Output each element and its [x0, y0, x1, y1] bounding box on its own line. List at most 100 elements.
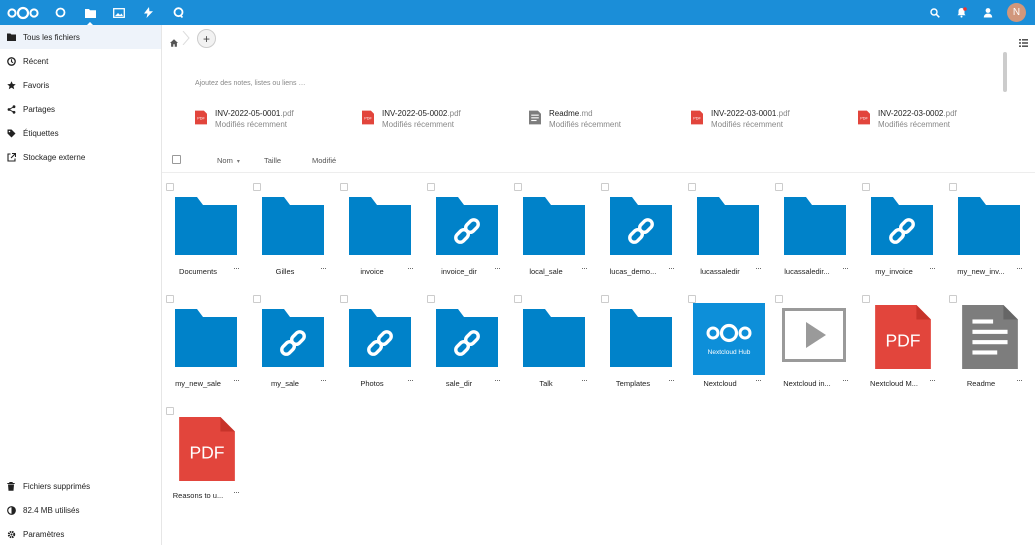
file-checkbox[interactable] [340, 183, 348, 191]
file-name: Nextcloud M... [870, 379, 918, 388]
sidebar-item-shares[interactable]: Partages [0, 97, 161, 121]
more-actions-icon[interactable]: ··· [233, 375, 240, 385]
sidebar-item-favorites[interactable]: Favoris [0, 73, 161, 97]
more-actions-icon[interactable]: ··· [1016, 375, 1023, 385]
file-checkbox[interactable] [253, 295, 261, 303]
file-tile[interactable]: my_new_inv... ··· [946, 183, 1032, 293]
svg-text:PDF: PDF [693, 117, 701, 121]
more-actions-icon[interactable]: ··· [668, 375, 675, 385]
file-tile[interactable]: invoice_dir ··· [424, 183, 510, 293]
photos-icon[interactable] [104, 0, 134, 25]
file-checkbox[interactable] [514, 183, 522, 191]
file-checkbox[interactable] [688, 295, 696, 303]
more-actions-icon[interactable]: ··· [755, 263, 762, 273]
file-tile[interactable]: Talk ··· [511, 295, 597, 405]
more-actions-icon[interactable]: ··· [929, 375, 936, 385]
recent-file-item[interactable]: PDF INV-2022-03-0001.pdf Modifiés récemmen… [691, 108, 790, 131]
folder-icon [783, 194, 847, 256]
file-tile[interactable]: Photos ··· [337, 295, 423, 405]
shared-folder-icon [609, 194, 673, 256]
file-tile[interactable]: Templates ··· [598, 295, 684, 405]
file-tile[interactable]: Readme ··· [946, 295, 1032, 405]
list-view-icon[interactable] [1019, 34, 1028, 52]
contacts-icon[interactable] [973, 0, 1003, 25]
file-tile[interactable]: my_invoice ··· [859, 183, 945, 293]
sidebar-item-recent[interactable]: Récent [0, 49, 161, 73]
more-actions-icon[interactable]: ··· [929, 263, 936, 273]
file-checkbox[interactable] [253, 183, 261, 191]
more-actions-icon[interactable]: ··· [755, 375, 762, 385]
more-actions-icon[interactable]: ··· [668, 263, 675, 273]
file-name: my_new_sale [175, 379, 221, 388]
sidebar-item-all-files[interactable]: Tous les fichiers [0, 25, 161, 49]
file-checkbox[interactable] [775, 183, 783, 191]
activity-icon[interactable] [133, 0, 163, 25]
file-tile[interactable]: lucassaledir... ··· [772, 183, 858, 293]
file-tile[interactable]: Nextcloud Hub Nextcloud ··· [685, 295, 771, 405]
talk-icon[interactable] [163, 0, 193, 25]
more-actions-icon[interactable]: ··· [407, 375, 414, 385]
recent-file-item[interactable]: PDF INV-2022-05-0001.pdf Modifiés récemmen… [195, 108, 294, 131]
file-tile[interactable]: lucas_demo... ··· [598, 183, 684, 293]
file-checkbox[interactable] [427, 183, 435, 191]
file-checkbox[interactable] [688, 183, 696, 191]
recent-file-item[interactable]: Readme.md Modifiés récemment [529, 108, 621, 131]
sidebar-item-tags[interactable]: Étiquettes [0, 121, 161, 145]
column-modified-header[interactable]: Modifié [312, 156, 336, 165]
sidebar-item-settings[interactable]: Paramètres [0, 522, 161, 546]
file-checkbox[interactable] [166, 183, 174, 191]
recent-file-subtitle: Modifiés récemment [711, 120, 784, 129]
column-size-header[interactable]: Taille [264, 156, 281, 165]
file-tile[interactable]: lucassaledir ··· [685, 183, 771, 293]
more-actions-icon[interactable]: ··· [320, 375, 327, 385]
file-checkbox[interactable] [340, 295, 348, 303]
column-name-header[interactable]: Nom ▾ [217, 156, 240, 165]
more-actions-icon[interactable]: ··· [233, 487, 240, 497]
file-checkbox[interactable] [949, 295, 957, 303]
more-actions-icon[interactable]: ··· [320, 263, 327, 273]
sidebar-item-external-storage[interactable]: Stockage externe [0, 145, 161, 169]
file-tile[interactable]: my_sale ··· [250, 295, 336, 405]
file-checkbox[interactable] [862, 295, 870, 303]
file-tile[interactable]: invoice ··· [337, 183, 423, 293]
files-icon[interactable] [75, 0, 105, 25]
more-actions-icon[interactable]: ··· [407, 263, 414, 273]
file-tile[interactable]: sale_dir ··· [424, 295, 510, 405]
file-checkbox[interactable] [166, 295, 174, 303]
more-actions-icon[interactable]: ··· [494, 375, 501, 385]
notifications-icon[interactable] [946, 0, 976, 25]
dashboard-icon[interactable] [45, 0, 75, 25]
recent-file-item[interactable]: PDF INV-2022-03-0002.pdf Modifiés récemmen… [858, 108, 957, 131]
more-actions-icon[interactable]: ··· [233, 263, 240, 273]
home-icon[interactable] [170, 34, 178, 52]
rich-workspace-notes[interactable]: Ajoutez des notes, listes ou liens … [195, 80, 306, 87]
more-actions-icon[interactable]: ··· [842, 263, 849, 273]
file-tile[interactable]: PDF Reasons to u... ··· [163, 407, 249, 517]
file-tile[interactable]: Documents ··· [163, 183, 249, 293]
select-all-checkbox[interactable] [172, 155, 181, 164]
sidebar-item-deleted-files[interactable]: Fichiers supprimés [0, 474, 161, 498]
file-tile[interactable]: PDF Nextcloud M... ··· [859, 295, 945, 405]
more-actions-icon[interactable]: ··· [581, 375, 588, 385]
file-checkbox[interactable] [949, 183, 957, 191]
file-tile[interactable]: local_sale ··· [511, 183, 597, 293]
avatar[interactable]: N [1007, 3, 1026, 22]
file-checkbox[interactable] [427, 295, 435, 303]
more-actions-icon[interactable]: ··· [581, 263, 588, 273]
more-actions-icon[interactable]: ··· [494, 263, 501, 273]
add-new-button[interactable]: + [197, 29, 216, 48]
scrollbar[interactable] [1003, 52, 1007, 92]
file-checkbox[interactable] [514, 295, 522, 303]
file-tile[interactable]: Nextcloud in... ··· [772, 295, 858, 405]
file-checkbox[interactable] [601, 295, 609, 303]
file-checkbox[interactable] [862, 183, 870, 191]
more-actions-icon[interactable]: ··· [1016, 263, 1023, 273]
nextcloud-logo-icon[interactable] [5, 0, 41, 25]
recent-file-item[interactable]: PDF INV-2022-05-0002.pdf Modifiés récemmen… [362, 108, 461, 131]
more-actions-icon[interactable]: ··· [842, 375, 849, 385]
file-tile[interactable]: Gilles ··· [250, 183, 336, 293]
file-checkbox[interactable] [601, 183, 609, 191]
file-tile[interactable]: my_new_sale ··· [163, 295, 249, 405]
file-checkbox[interactable] [166, 407, 174, 415]
file-checkbox[interactable] [775, 295, 783, 303]
